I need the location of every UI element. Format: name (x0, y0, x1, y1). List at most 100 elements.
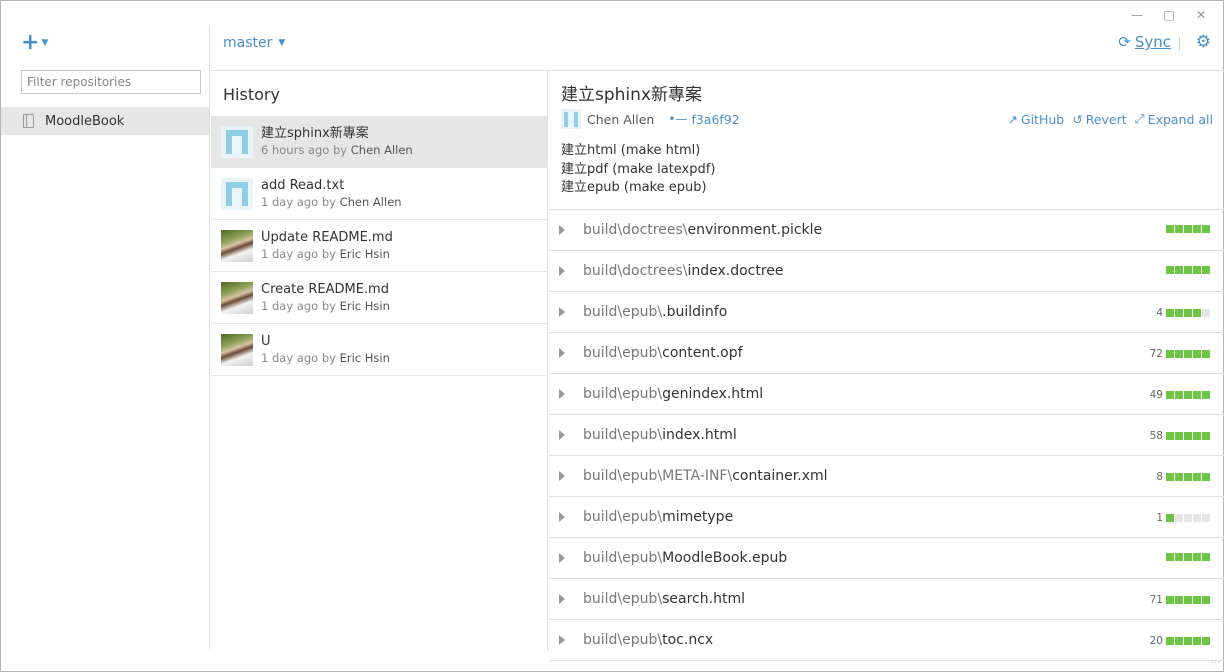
file-path: build\epub\index.html (583, 427, 737, 443)
file-name: .buildinfo (662, 304, 728, 320)
file-row[interactable]: build\epub\META-INF\container.xml 8 (549, 456, 1224, 497)
commit-icon: •— (668, 112, 688, 126)
commit-sha-link[interactable]: •— f3a6f92 (668, 112, 739, 127)
diffstat-add-box (1184, 309, 1192, 317)
diffstat-add-box (1175, 225, 1183, 233)
expand-triangle-icon[interactable] (559, 389, 565, 399)
file-dir: build\epub\ (583, 345, 663, 361)
file-row[interactable]: build\epub\mimetype 1 (549, 497, 1224, 538)
file-row[interactable]: build\epub\content.opf 72 (549, 333, 1224, 374)
file-name: index.html (662, 427, 737, 443)
diffstat-boxes (1166, 553, 1210, 561)
diffstat-count: 4 (1156, 307, 1163, 319)
add-repository-button[interactable]: + ▼ (21, 32, 49, 54)
resize-grip-icon[interactable]: ⋯ (1211, 658, 1220, 668)
diffstat-add-box (1184, 432, 1192, 440)
branch-selector[interactable]: master ▼ (223, 35, 285, 51)
file-row[interactable]: build\epub\toc.ncx 20 (549, 620, 1224, 661)
diffstat-add-box (1175, 309, 1183, 317)
commit-detail-panel: 建立sphinx新專案 Chen Allen •— f3a6f92 ↗ GitH… (549, 71, 1224, 661)
expand-triangle-icon[interactable] (559, 512, 565, 522)
expand-triangle-icon[interactable] (559, 430, 565, 440)
expand-triangle-icon[interactable] (559, 348, 565, 358)
diffstat-boxes (1166, 266, 1210, 274)
repository-item-moodlebook[interactable]: MoodleBook (1, 107, 209, 135)
diffstat-add-box (1202, 553, 1210, 561)
changed-files-list: build\doctrees\environment.pickle build\d… (549, 209, 1224, 661)
external-link-icon: ↗ (1007, 111, 1018, 127)
commit-description: 建立html (make html) 建立pdf (make latexpdf)… (561, 142, 715, 198)
file-path: build\epub\search.html (583, 591, 745, 607)
commit-item[interactable]: Update README.md 1 day ago by Eric Hsin (211, 220, 548, 272)
toolbar-separator (1179, 37, 1180, 51)
diffstat-count: 1 (1156, 512, 1163, 524)
expand-triangle-icon[interactable] (559, 553, 565, 563)
chevron-down-icon: ▼ (41, 38, 49, 48)
file-row[interactable]: build\doctrees\environment.pickle (549, 210, 1224, 251)
expand-triangle-icon[interactable] (559, 471, 565, 481)
diffstat (1163, 266, 1210, 274)
author-name: Chen Allen (587, 111, 655, 127)
diffstat: 4 (1156, 307, 1210, 319)
diffstat: 71 (1150, 594, 1210, 606)
gear-icon[interactable]: ⚙ (1196, 32, 1211, 52)
file-row[interactable]: build\epub\index.html 58 (549, 415, 1224, 456)
expand-triangle-icon[interactable] (559, 225, 565, 235)
diffstat-add-box (1202, 637, 1210, 645)
expand-triangle-icon[interactable] (559, 266, 565, 276)
diffstat-add-box (1193, 596, 1201, 604)
file-row[interactable]: build\epub\genindex.html 49 (549, 374, 1224, 415)
revert-button[interactable]: ↺ Revert (1072, 111, 1126, 127)
file-dir: build\epub\ (583, 509, 663, 525)
commit-author: Chen Allen (339, 195, 402, 209)
diffstat-add-box (1202, 473, 1210, 481)
file-path: build\doctrees\environment.pickle (583, 222, 822, 238)
commit-list: 建立sphinx新專案 6 hours ago by Chen Allen ad… (211, 116, 548, 376)
commit-author: Eric Hsin (339, 299, 390, 313)
filter-repositories-input[interactable] (21, 70, 201, 94)
file-row[interactable]: build\epub\search.html 71 (549, 579, 1224, 620)
view-on-github-button[interactable]: ↗ GitHub (1007, 111, 1064, 127)
file-path: build\epub\toc.ncx (583, 632, 713, 648)
diffstat-add-box (1166, 596, 1174, 604)
file-row[interactable]: build\epub\.buildinfo 4 (549, 292, 1224, 333)
expand-all-button[interactable]: ⤢ Expand all (1135, 111, 1213, 127)
repository-book-icon (23, 114, 34, 128)
commit-item[interactable]: Create README.md 1 day ago by Eric Hsin (211, 272, 548, 324)
commit-actions: ↗ GitHub ↺ Revert ⤢ Expand all (1007, 111, 1213, 127)
diffstat-add-box (1202, 596, 1210, 604)
commit-detail-title: 建立sphinx新專案 (561, 85, 702, 105)
file-name: index.doctree (687, 263, 784, 279)
diffstat-count: 71 (1149, 594, 1163, 606)
file-row[interactable]: build\doctrees\index.doctree (549, 251, 1224, 292)
avatar (221, 177, 253, 210)
diffstat-add-box (1175, 391, 1183, 399)
maximize-icon[interactable]: □ (1153, 7, 1185, 23)
commit-item[interactable]: 建立sphinx新專案 6 hours ago by Chen Allen (211, 116, 548, 168)
diffstat-boxes (1166, 309, 1210, 317)
commit-title: Create README.md (261, 282, 389, 297)
diffstat-add-box (1175, 637, 1183, 645)
commit-title: Update README.md (261, 230, 393, 245)
minimize-icon[interactable]: — (1121, 7, 1153, 23)
file-row[interactable]: build\epub\MoodleBook.epub (549, 538, 1224, 579)
close-icon[interactable]: ✕ (1185, 7, 1217, 23)
diffstat-add-box (1193, 266, 1201, 274)
commit-item[interactable]: add Read.txt 1 day ago by Chen Allen (211, 168, 548, 220)
diffstat-add-box (1184, 553, 1192, 561)
expand-triangle-icon[interactable] (559, 307, 565, 317)
sync-button[interactable]: ⟳ Sync (1118, 33, 1171, 51)
expand-triangle-icon[interactable] (559, 594, 565, 604)
commit-item[interactable]: U 1 day ago by Eric Hsin (211, 324, 548, 376)
file-dir: build\doctrees\ (583, 222, 688, 238)
expand-triangle-icon[interactable] (559, 635, 565, 645)
diffstat-count: 49 (1149, 389, 1163, 401)
commit-author: Eric Hsin (339, 247, 390, 261)
avatar (221, 125, 253, 158)
diffstat-add-box (1166, 432, 1174, 440)
file-path: build\epub\content.opf (583, 345, 743, 361)
diffstat: 49 (1150, 389, 1210, 401)
file-path: build\doctrees\index.doctree (583, 263, 784, 279)
commit-detail-author: Chen Allen •— f3a6f92 (561, 109, 740, 129)
diffstat-boxes (1166, 637, 1210, 645)
